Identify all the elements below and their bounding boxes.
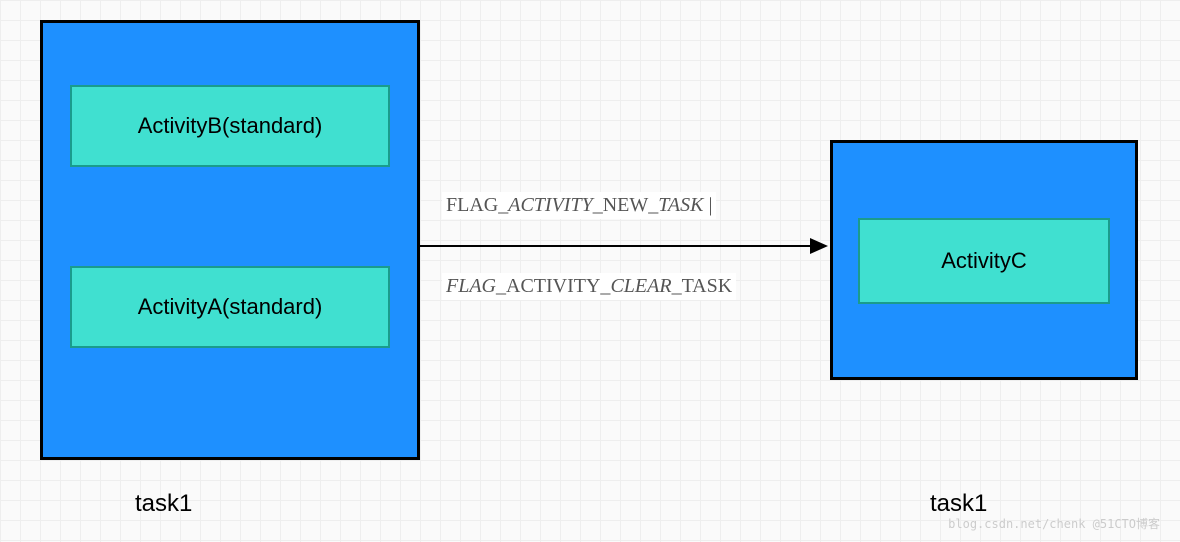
flag-top-suffix: | <box>703 194 712 216</box>
flag-top-italic-1: ACTIVITY <box>508 194 592 216</box>
activity-c-label: ActivityC <box>941 248 1027 274</box>
activity-c-box: ActivityC <box>858 218 1110 304</box>
flag-top-italic-2: TASK <box>658 194 703 216</box>
arrow-line <box>420 245 812 247</box>
flag-bot-italic-1: FLAG <box>446 275 496 297</box>
flag-top-label: FLAG_ACTIVITY_NEW_TASK | <box>442 192 716 219</box>
task-left-label: task1 <box>135 490 192 518</box>
activity-a-label: ActivityA(standard) <box>138 294 323 320</box>
flag-top-mid: _NEW_ <box>593 194 659 216</box>
arrow-head-icon <box>810 238 828 254</box>
flag-bot-suffix: _TASK <box>672 275 733 297</box>
flag-bottom-label: FLAG_ACTIVITY_CLEAR_TASK <box>442 273 736 300</box>
flag-bot-mid: _ACTIVITY_ <box>496 275 610 297</box>
watermark-text: blog.csdn.net/chenk @51CTO博客 <box>948 515 1160 532</box>
flag-bot-italic-2: CLEAR <box>610 275 671 297</box>
activity-a-box: ActivityA(standard) <box>70 266 390 348</box>
activity-b-label: ActivityB(standard) <box>138 113 323 139</box>
flag-top-prefix: FLAG_ <box>446 194 508 216</box>
task-right-label: task1 <box>930 490 987 518</box>
activity-b-box: ActivityB(standard) <box>70 85 390 167</box>
